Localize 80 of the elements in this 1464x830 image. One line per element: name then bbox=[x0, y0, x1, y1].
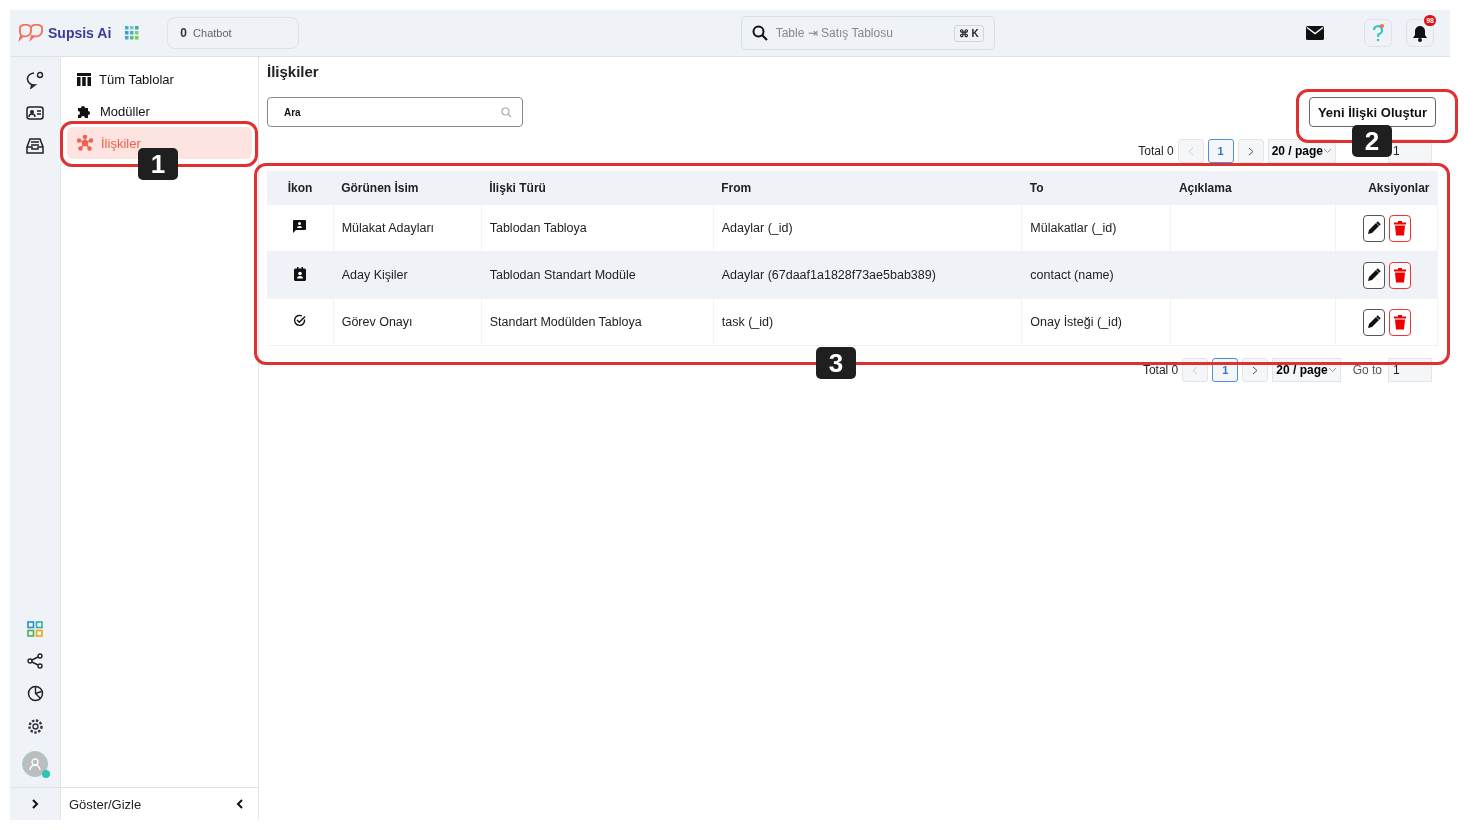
search-input[interactable]: Table ⇥ Satış Tablosu bbox=[773, 25, 948, 41]
chevron-left-icon bbox=[1192, 365, 1199, 375]
goto-label: Go to bbox=[1352, 363, 1382, 377]
bell-icon bbox=[1412, 24, 1428, 42]
chevron-right-icon bbox=[1252, 365, 1259, 375]
pie-chart-icon[interactable] bbox=[26, 685, 44, 702]
chevron-right-icon bbox=[1247, 146, 1254, 156]
table-cell: Mülakatlar (_id) bbox=[1021, 205, 1171, 252]
trash-icon bbox=[1393, 314, 1406, 330]
brand-name[interactable]: Supsis Ai bbox=[48, 25, 112, 41]
settings-icon[interactable] bbox=[26, 718, 44, 735]
check-circle-icon bbox=[293, 314, 307, 327]
search-icon bbox=[751, 25, 768, 41]
online-dot bbox=[42, 770, 50, 778]
step-number-badge: 2 bbox=[1352, 125, 1392, 157]
chevron-left-icon[interactable] bbox=[236, 798, 244, 810]
search-bar[interactable]: Table ⇥ Satış Tablosu ⌘ K bbox=[740, 16, 995, 50]
apps-grid-icon[interactable] bbox=[125, 26, 140, 40]
mail-icon[interactable] bbox=[1306, 26, 1324, 40]
trash-icon bbox=[1393, 220, 1406, 236]
create-relation-button[interactable]: Yeni İlişki Oluştur bbox=[1308, 97, 1436, 127]
total-count: Total 0 bbox=[1142, 363, 1179, 377]
column-header: Aksiyonlar bbox=[1335, 171, 1438, 205]
delete-button[interactable] bbox=[1388, 214, 1411, 242]
delete-button[interactable] bbox=[1388, 261, 1411, 289]
pencil-icon bbox=[1366, 315, 1381, 329]
dashboard-grid-icon[interactable] bbox=[27, 621, 43, 637]
column-header: Görünen İsim bbox=[333, 171, 482, 205]
page-title: İlişkiler bbox=[267, 63, 320, 82]
caret-icon bbox=[1327, 367, 1337, 373]
column-header: To bbox=[1021, 171, 1171, 205]
table-cell: Görev Onayı bbox=[333, 298, 482, 346]
table-cell: task (_id) bbox=[713, 298, 1022, 346]
column-header: Açıklama bbox=[1170, 171, 1336, 205]
column-header: İlişki Türü bbox=[481, 171, 714, 205]
edit-button[interactable] bbox=[1362, 261, 1385, 289]
page-number-button[interactable]: 1 bbox=[1207, 139, 1234, 163]
edit-button[interactable] bbox=[1362, 214, 1385, 242]
sidebar-item[interactable]: Modüller bbox=[67, 95, 252, 127]
column-header: From bbox=[713, 171, 1022, 205]
search-bar[interactable]: Ara bbox=[267, 97, 523, 127]
chatbot-button[interactable]: 0 Chatbot bbox=[167, 17, 300, 49]
table-cell: Standart Modülden Tabloya bbox=[481, 298, 714, 346]
caret-icon bbox=[1323, 148, 1332, 154]
puzzle-icon bbox=[77, 103, 92, 119]
message-person-icon bbox=[293, 220, 307, 233]
table-icon bbox=[77, 72, 91, 86]
inbox-icon[interactable] bbox=[26, 137, 44, 155]
step-number-badge: 1 bbox=[138, 148, 178, 180]
sidebar-item[interactable]: Tüm Tablolar bbox=[67, 63, 252, 95]
delete-button[interactable] bbox=[1388, 308, 1411, 336]
contact-badge-icon bbox=[293, 266, 306, 281]
table-cell: Mülakat Adayları bbox=[333, 205, 482, 252]
pencil-icon bbox=[1366, 221, 1381, 235]
table-cell: Adaylar (67daaf1a1828f73ae5bab389) bbox=[713, 251, 1022, 299]
chat-icon[interactable] bbox=[26, 71, 44, 89]
logo-icon bbox=[18, 24, 44, 42]
network-icon bbox=[77, 135, 93, 151]
table-cell: Adaylar (_id) bbox=[713, 205, 1022, 252]
chevron-left-icon bbox=[1187, 146, 1194, 156]
trash-icon bbox=[1393, 267, 1406, 283]
search-icon bbox=[501, 106, 512, 118]
table-cell: contact (name) bbox=[1021, 251, 1171, 299]
shortcut-key: ⌘ K bbox=[953, 24, 984, 42]
question-mark-icon bbox=[1371, 24, 1385, 42]
pencil-icon bbox=[1366, 268, 1381, 282]
table-cell: Tablodan Tabloya bbox=[481, 205, 714, 252]
total-count: Total 0 bbox=[1138, 144, 1174, 158]
person-icon bbox=[28, 757, 42, 771]
table-cell: Aday Kişiler bbox=[333, 251, 482, 299]
toggle-label[interactable]: Göster/Gizle bbox=[69, 796, 142, 812]
chevron-right-icon[interactable] bbox=[31, 798, 39, 810]
edit-button[interactable] bbox=[1362, 308, 1385, 336]
column-header: İkon bbox=[267, 171, 334, 205]
table-cell: Onay İsteği (_id) bbox=[1021, 298, 1171, 346]
page-size-select[interactable]: 20 / page bbox=[1267, 139, 1336, 163]
share-icon[interactable] bbox=[27, 653, 43, 669]
contact-card-icon[interactable] bbox=[26, 105, 44, 121]
table-cell: Tablodan Standart Modüle bbox=[481, 251, 714, 299]
step-number-badge: 3 bbox=[816, 347, 856, 379]
